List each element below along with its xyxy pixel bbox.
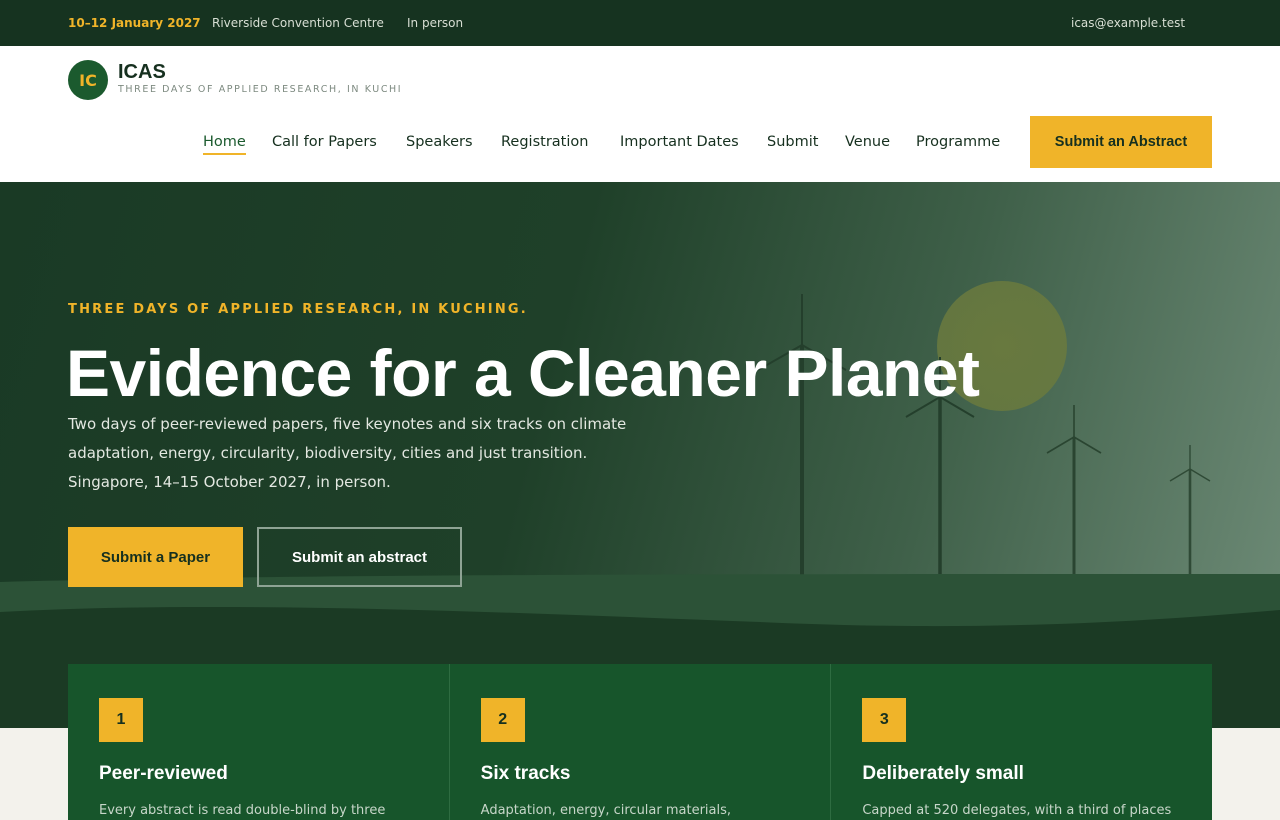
nav-call-for-papers[interactable]: Call for Papers [272,133,377,151]
hero-eyebrow: THREE DAYS OF APPLIED RESEARCH, IN KUCHI… [68,302,528,317]
nav-programme[interactable]: Programme [916,133,1000,151]
nav-venue[interactable]: Venue [845,133,890,151]
hero-description-line: Singapore, 14–15 October 2027, in person… [68,473,391,491]
hero-title: Evidence for a Cleaner Planet [66,336,980,410]
submit-abstract-nav-button[interactable]: Submit an Abstract [1030,116,1212,168]
event-venue: Riverside Convention Centre [212,16,384,30]
feature-number-badge: 2 [480,698,525,742]
nav-important-dates[interactable]: Important Dates [620,133,739,151]
site-name[interactable]: ICAS [118,61,166,83]
nav-speakers[interactable]: Speakers [406,133,473,151]
top-info-bar: 10–12 January 2027 Riverside Convention … [0,0,1280,46]
feature-number-badge: 1 [99,698,143,742]
nav-home[interactable]: Home [203,133,246,155]
nav-registration[interactable]: Registration [501,133,588,151]
feature-text: Every abstract is read double-blind by t… [99,803,386,818]
feature-card: 1 Peer-reviewed Every abstract is read d… [68,664,450,820]
submit-abstract-hero-button[interactable]: Submit an abstract [257,527,462,587]
feature-text: Capped at 520 delegates, with a third of… [862,803,1172,818]
submit-paper-button[interactable]: Submit a Paper [68,527,243,587]
feature-card: 3 Deliberately small Capped at 520 deleg… [831,664,1212,820]
event-date: 10–12 January 2027 [68,16,201,30]
feature-card: 2 Six tracks Adaptation, energy, circula… [450,664,832,820]
feature-title: Peer-reviewed [99,763,228,784]
feature-number-badge: 3 [862,698,907,742]
wind-turbine-icon [1169,445,1211,577]
feature-text: Adaptation, energy, circular materials, [480,803,732,818]
wind-turbine-icon [1046,405,1102,577]
feature-cards: 1 Peer-reviewed Every abstract is read d… [68,664,1212,820]
feature-title: Six tracks [480,763,571,784]
nav-submit[interactable]: Submit [767,133,818,151]
event-format: In person [407,16,464,30]
site-header: IC ICAS THREE DAYS OF APPLIED RESEARCH, … [0,46,1280,182]
logo-badge[interactable]: IC [68,60,108,100]
hero-section: THREE DAYS OF APPLIED RESEARCH, IN KUCHI… [0,182,1280,728]
feature-title: Deliberately small [862,763,1024,784]
site-tagline: THREE DAYS OF APPLIED RESEARCH, IN KUCHI [118,84,403,95]
hero-description-line: Two days of peer-reviewed papers, five k… [68,415,627,433]
hero-description-line: adaptation, energy, circularity, biodive… [68,444,588,462]
contact-email-link[interactable]: icas@example.test [1071,15,1185,31]
hero-description: Two days of peer-reviewed papers, five k… [68,410,708,497]
